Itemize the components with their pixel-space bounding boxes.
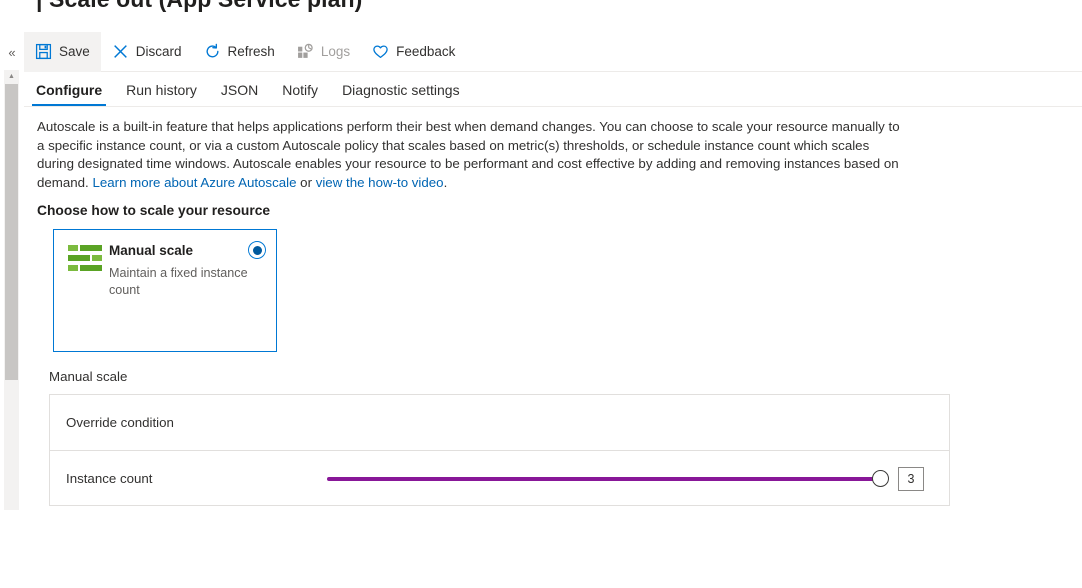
logs-icon [297, 43, 313, 58]
discard-x-icon [113, 45, 127, 58]
choose-scale-heading: Choose how to scale your resource [37, 203, 271, 218]
refresh-button-label: Refresh [227, 44, 275, 59]
discard-button[interactable]: Discard [101, 32, 193, 72]
feedback-button-label: Feedback [396, 44, 456, 59]
override-condition-label: Override condition [66, 415, 174, 430]
scroll-up-arrow-icon[interactable]: ▲ [4, 70, 19, 83]
scale-out-blade: | Scale out (App Service plan) « ▲ Save … [0, 0, 1082, 588]
manual-scale-radio[interactable] [248, 241, 266, 259]
instance-count-slider[interactable] [327, 470, 889, 487]
description-period: . [443, 174, 448, 190]
manual-scale-subtitle: Maintain a fixed instance count [109, 266, 248, 297]
save-button-label: Save [59, 44, 90, 59]
tab-bar: Configure Run history JSON Notify Diagno… [24, 74, 1082, 107]
autoscale-description: Autoscale is a built-in feature that hel… [37, 118, 909, 192]
refresh-icon [206, 43, 219, 58]
table-row-override-condition: Override condition [50, 395, 949, 450]
instance-count-label: Instance count [66, 470, 153, 486]
discard-button-label: Discard [135, 44, 182, 59]
tab-run-history[interactable]: Run history [114, 82, 209, 106]
manual-scale-sliders-icon [68, 245, 102, 271]
instance-count-slider-group: 3 [327, 451, 924, 506]
save-icon [35, 43, 52, 60]
tab-json[interactable]: JSON [209, 82, 270, 106]
vertical-scrollbar[interactable]: ▲ [4, 70, 19, 510]
refresh-button[interactable]: Refresh [193, 32, 286, 72]
scrollbar-thumb[interactable] [5, 84, 18, 380]
manual-scale-option-card[interactable]: Manual scale Maintain a fixed instance c… [53, 229, 277, 352]
manual-scale-title: Manual scale [109, 243, 194, 258]
learn-more-link[interactable]: Learn more about Azure Autoscale [92, 175, 296, 190]
logs-button-label: Logs [320, 44, 351, 59]
tab-notify[interactable]: Notify [270, 82, 330, 106]
manual-scale-settings-table: Override condition Instance count 3 [49, 394, 950, 506]
logs-button: Logs [286, 32, 361, 72]
save-button[interactable]: Save [24, 31, 101, 72]
tab-diagnostic-settings[interactable]: Diagnostic settings [330, 82, 472, 106]
chevron-double-left-icon[interactable]: « [2, 42, 22, 62]
description-conjunction: or [296, 174, 316, 190]
feedback-button[interactable]: Feedback [361, 32, 466, 72]
tab-configure[interactable]: Configure [24, 82, 114, 106]
instance-count-input[interactable]: 3 [898, 466, 924, 491]
how-to-video-link[interactable]: view the how-to video [316, 175, 444, 190]
table-row-instance-count: Instance count 3 [50, 450, 949, 505]
manual-scale-section-label: Manual scale [49, 369, 128, 384]
slider-thumb[interactable] [872, 470, 889, 487]
heart-icon [373, 45, 388, 58]
command-bar: Save Discard Refresh Logs Feedback [24, 31, 1082, 72]
page-title: | Scale out (App Service plan) [36, 0, 362, 13]
